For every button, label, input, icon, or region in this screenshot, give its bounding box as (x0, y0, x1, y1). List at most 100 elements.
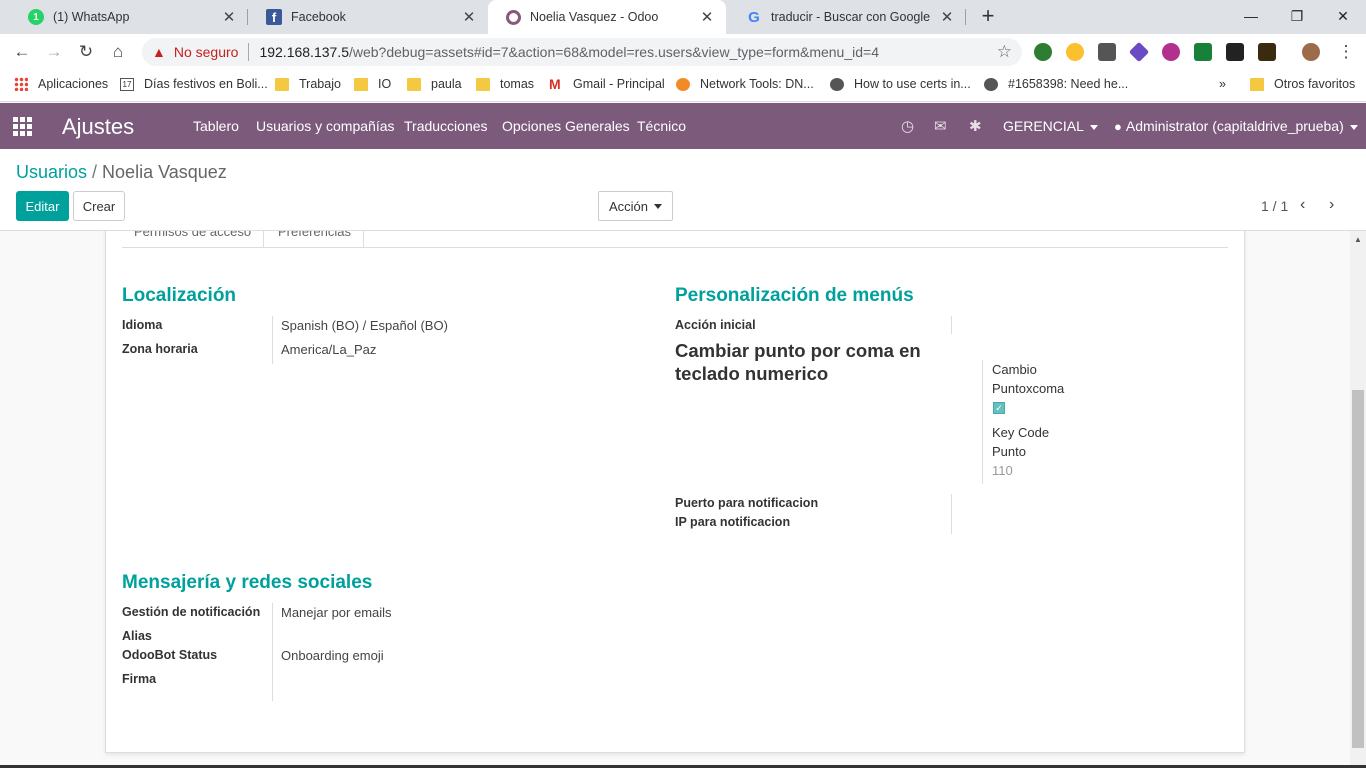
bookmark-gmail[interactable]: M Gmail - Principal (549, 77, 665, 92)
profile-avatar[interactable] (1302, 43, 1320, 61)
scroll-up-icon[interactable]: ▲ (1350, 233, 1366, 247)
notebook-tabs: Permisos de acceso Preferencias (122, 231, 1228, 248)
home-icon[interactable]: ⌂ (106, 40, 130, 64)
pager-value[interactable]: 1 / 1 (1261, 198, 1288, 214)
tab-google[interactable]: G traducir - Buscar con Google ✕ (728, 0, 966, 34)
back-icon[interactable]: ← (10, 40, 34, 64)
menu-tecnico[interactable]: Técnico (637, 118, 686, 134)
tab-preferencias[interactable]: Preferencias (266, 231, 364, 248)
bookmark-star-icon[interactable]: ☆ (997, 42, 1012, 62)
menu-tablero[interactable]: Tablero (193, 118, 239, 134)
pager-previous-icon[interactable]: ‹ (1300, 196, 1305, 214)
user-name: Administrator (capitaldrive_prueba) (1125, 118, 1344, 134)
close-icon[interactable]: ✕ (220, 8, 238, 26)
bookmark-trabajo[interactable]: Trabajo (275, 77, 341, 91)
restore-icon[interactable]: ❐ (1274, 0, 1320, 32)
tab-odoo[interactable]: Noelia Vasquez - Odoo ✕ (488, 0, 726, 34)
more-bookmarks-button[interactable]: » (1219, 77, 1226, 91)
bookmark-ticket[interactable]: #1658398: Need he... (984, 77, 1128, 91)
apps-menu-icon[interactable] (13, 117, 32, 136)
puntoxcoma-label: Puntoxcoma (992, 381, 1065, 396)
create-button[interactable]: Crear (73, 191, 125, 221)
action-label: Acción (608, 198, 649, 214)
edit-button[interactable]: Editar (16, 191, 69, 221)
folder-icon (407, 77, 421, 91)
extension-gem-icon[interactable] (1128, 41, 1150, 63)
odoobot-status-value[interactable]: Onboarding emoji (281, 648, 384, 663)
bookmark-apps[interactable]: Aplicaciones (14, 77, 108, 91)
extension-globe-icon[interactable] (1034, 43, 1052, 61)
browser-menu-icon[interactable]: ⋮ (1334, 40, 1358, 64)
notification-mgmt-value[interactable]: Manejar por emails (281, 605, 392, 620)
close-icon[interactable]: ✕ (698, 8, 716, 26)
globe-icon (984, 77, 998, 91)
puntoxcoma-checkbox[interactable]: ✓ (993, 402, 1005, 414)
breadcrumb-current: Noelia Vasquez (102, 162, 227, 182)
bookmark-label: #1658398: Need he... (1008, 77, 1129, 91)
menu-usuarios-companias[interactable]: Usuarios y compañías (256, 118, 395, 134)
tab-permisos-acceso[interactable]: Permisos de acceso (122, 231, 265, 248)
app-brand[interactable]: Ajustes (62, 114, 134, 140)
scrollbar-thumb[interactable] (1352, 390, 1364, 748)
security-label[interactable]: No seguro (174, 44, 239, 60)
new-tab-button[interactable]: + (976, 5, 1000, 29)
extension-sheets-icon[interactable] (1194, 43, 1212, 61)
menu-opciones-generales[interactable]: Opciones Generales (502, 118, 630, 134)
menu-traducciones[interactable]: Traducciones (404, 118, 488, 134)
chat-icon[interactable]: ✉ (934, 117, 947, 135)
tab-whatsapp[interactable]: 1 (1) WhatsApp ✕ (10, 0, 248, 34)
breadcrumb-parent[interactable]: Usuarios (16, 162, 87, 182)
pager-next-icon[interactable]: › (1329, 196, 1334, 214)
bookmark-tomas[interactable]: tomas (476, 77, 534, 91)
window-close-icon[interactable]: ✕ (1320, 0, 1366, 32)
bookmark-network-tools[interactable]: Network Tools: DN... (676, 77, 814, 91)
bookmark-paula[interactable]: paula (407, 77, 462, 91)
bookmark-label: Network Tools: DN... (700, 77, 814, 91)
close-icon[interactable]: ✕ (460, 8, 478, 26)
tab-separator (965, 9, 966, 25)
omnibox-divider (248, 43, 250, 61)
control-panel: Usuarios / Noelia Vasquez Editar Crear Acc… (0, 149, 1366, 231)
extension-timer-icon[interactable] (1162, 43, 1180, 61)
breadcrumb-separator: / (92, 162, 98, 182)
forward-icon[interactable]: → (42, 40, 66, 64)
bookmark-label: How to use certs in... (854, 77, 971, 91)
folder-icon (354, 77, 368, 91)
reload-icon[interactable]: ↻ (74, 40, 98, 64)
chevron-down-icon (654, 203, 663, 209)
address-bar[interactable]: ▲ No seguro 192.168.137.5/web?debug=asse… (142, 38, 1022, 66)
company-switcher[interactable]: GERENCIAL (1003, 118, 1098, 134)
tab-facebook[interactable]: f Facebook ✕ (248, 0, 488, 34)
action-dropdown[interactable]: Acción (598, 191, 673, 221)
notification-mgmt-label: Gestión de notificación (122, 605, 261, 619)
breadcrumb: Usuarios / Noelia Vasquez (16, 162, 227, 183)
keycode-value[interactable]: 110 (992, 463, 1013, 478)
notif-ip-label: IP para notificacion (675, 515, 791, 529)
section-localization-title: Localización (122, 285, 237, 306)
timezone-value[interactable]: America/La_Paz (281, 342, 376, 357)
extension-terminal-icon[interactable] (1226, 43, 1244, 61)
bookmarks-bar: Aplicaciones 17 Días festivos en Boli...… (0, 70, 1366, 102)
bookmark-holidays[interactable]: 17 Días festivos en Boli... (120, 77, 268, 91)
section-messaging-title: Mensajería y redes sociales (122, 572, 373, 593)
custom-heading: Cambiar punto por coma en teclado numeri… (675, 340, 921, 384)
close-icon[interactable]: ✕ (938, 8, 956, 26)
debug-bug-icon[interactable]: ✱ (969, 117, 982, 135)
language-value[interactable]: Spanish (BO) / Español (BO) (281, 318, 448, 333)
activity-clock-icon[interactable]: ◷ (901, 117, 914, 135)
extension-app-icon[interactable] (1258, 43, 1276, 61)
extension-bulb-icon[interactable] (1098, 43, 1116, 61)
odoobot-status-label: OdooBot Status (122, 648, 218, 662)
bookmark-certs[interactable]: How to use certs in... (830, 77, 971, 91)
tab-title: Noelia Vasquez - Odoo (530, 10, 659, 24)
facebook-icon: f (266, 9, 282, 25)
network-tools-icon (676, 77, 690, 91)
minimize-icon[interactable]: — (1228, 0, 1274, 32)
punto-label: Punto (992, 444, 1026, 459)
user-menu[interactable]: ● Administrator (capitaldrive_prueba) (1114, 118, 1358, 134)
initial-action-label: Acción inicial (675, 318, 756, 332)
bookmark-io[interactable]: IO (354, 77, 391, 91)
extension-compass-icon[interactable] (1066, 43, 1084, 61)
section-menu-custom-title: Personalización de menús (675, 285, 914, 306)
other-bookmarks[interactable]: Otros favoritos (1250, 77, 1355, 91)
